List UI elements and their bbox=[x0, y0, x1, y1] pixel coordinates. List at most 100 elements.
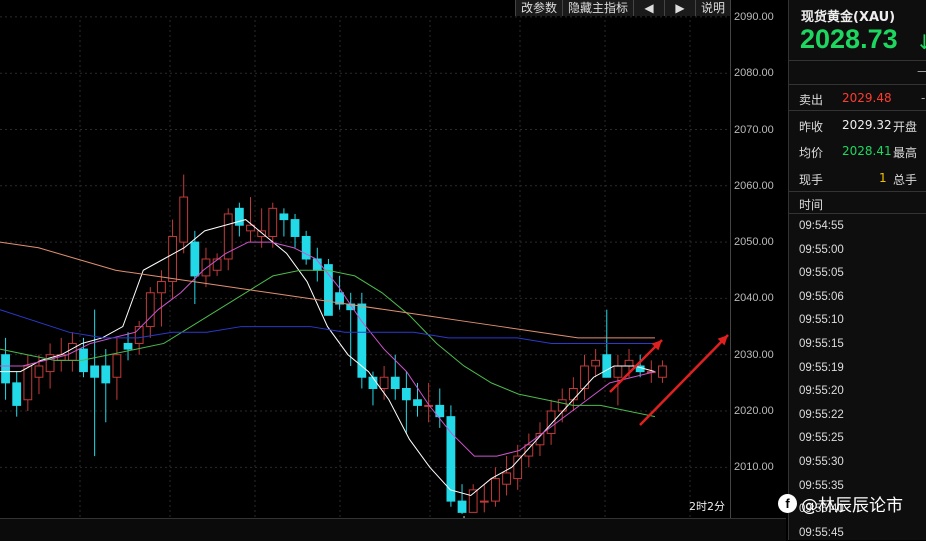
candle-body bbox=[279, 213, 289, 221]
candle-body bbox=[123, 342, 133, 350]
current-price: 2028.73 bbox=[800, 24, 898, 54]
candle-body bbox=[179, 196, 189, 243]
time-row: 09:55:35 bbox=[799, 479, 844, 492]
time-row: 09:55:15 bbox=[799, 338, 844, 350]
down-arrow-icon: ↓ bbox=[916, 30, 926, 54]
candle-body bbox=[145, 292, 155, 328]
help-button[interactable]: 说明 bbox=[694, 0, 730, 16]
candle-body bbox=[390, 376, 400, 390]
candle-body bbox=[168, 235, 177, 283]
candle-body bbox=[268, 207, 278, 237]
candle-body bbox=[658, 365, 667, 378]
time-row: 09:55:19 bbox=[799, 361, 844, 374]
time-row: 09:55:05 bbox=[799, 267, 844, 280]
candle-body bbox=[190, 241, 200, 277]
volume-label: 现手 bbox=[799, 173, 824, 187]
y-tick-label: 2030.00 bbox=[734, 348, 774, 361]
moving-average-line bbox=[0, 219, 656, 497]
open-label: 开盘 bbox=[893, 120, 918, 134]
facebook-icon: f bbox=[778, 494, 797, 513]
left-arrow-icon[interactable]: ◀ bbox=[632, 0, 664, 16]
candle-body bbox=[624, 359, 634, 367]
change-dash: — bbox=[917, 64, 926, 78]
prev-close-value: 2029.32 bbox=[842, 118, 892, 132]
candle-body bbox=[101, 365, 111, 384]
candle-body bbox=[324, 264, 333, 316]
candle-body bbox=[580, 365, 589, 390]
divider bbox=[789, 84, 926, 85]
time-header: 时间 bbox=[799, 198, 824, 212]
y-tick-label: 2050.00 bbox=[734, 236, 774, 249]
time-row: 09:55:25 bbox=[799, 432, 844, 445]
candle-body bbox=[90, 365, 100, 378]
bottom-strip bbox=[0, 518, 786, 541]
sell-right: - bbox=[921, 91, 926, 105]
time-row: 09:55:20 bbox=[799, 385, 844, 398]
candle-body bbox=[502, 472, 511, 485]
avg-row: 均价 2028.41 最高 bbox=[799, 144, 926, 160]
candle-body bbox=[491, 478, 500, 502]
y-tick-label: 2040.00 bbox=[734, 292, 774, 305]
prev-close-label: 昨收 bbox=[799, 120, 824, 134]
candle-body bbox=[1, 354, 10, 384]
candle-body bbox=[568, 388, 578, 401]
candle-body bbox=[290, 219, 300, 237]
avg-label: 均价 bbox=[799, 146, 824, 160]
modify-params-button[interactable]: 改参数 bbox=[514, 0, 562, 16]
total-label: 总手 bbox=[893, 173, 918, 187]
y-tick-label: 2080.00 bbox=[734, 67, 774, 80]
candle-body bbox=[234, 207, 244, 226]
sell-row: 卖出 2029.48 - bbox=[799, 91, 926, 107]
divider bbox=[789, 213, 926, 214]
avg-value: 2028.41 bbox=[842, 144, 892, 158]
candle-body bbox=[457, 500, 467, 513]
y-tick-label: 2090.00 bbox=[734, 10, 774, 23]
time-row: 09:54:55 bbox=[799, 220, 844, 232]
candle-body bbox=[401, 388, 411, 401]
time-row: 09:55:00 bbox=[799, 243, 844, 256]
candle-body bbox=[34, 365, 44, 378]
watermark: f @林辰辰论市 bbox=[778, 491, 903, 516]
quote-panel: 现货黄金(XAU) 2028.73 ↓ — 卖出 2029.48 - 昨收 20… bbox=[788, 0, 926, 540]
chart-canvas: 2001.72 bbox=[0, 16, 730, 518]
candle-body bbox=[212, 258, 222, 271]
sell-value: 2029.48 bbox=[842, 91, 892, 105]
candle-body bbox=[613, 365, 623, 378]
y-tick-label: 2020.00 bbox=[734, 405, 774, 418]
candle-body bbox=[546, 410, 556, 435]
divider bbox=[789, 191, 926, 192]
sell-label: 卖出 bbox=[799, 93, 824, 107]
candle-body bbox=[413, 399, 422, 406]
chart-toolbar: 改参数 隐藏主指标 ◀ ▶ 说明 bbox=[514, 0, 730, 16]
right-arrow-icon[interactable]: ▶ bbox=[663, 0, 695, 16]
candle-body bbox=[201, 258, 211, 277]
y-tick-label: 2010.00 bbox=[734, 461, 774, 474]
candle-body bbox=[591, 359, 601, 367]
price-axis: 2090.00 2080.00 2070.00 2060.00 2050.00 2040.… bbox=[730, 0, 787, 518]
time-row: 09:55:10 bbox=[799, 314, 844, 327]
candle-body bbox=[524, 444, 534, 457]
candle-body bbox=[157, 281, 166, 294]
candle-body bbox=[368, 376, 378, 390]
y-tick-label: 2060.00 bbox=[734, 179, 774, 192]
time-row: 09:55:30 bbox=[799, 456, 844, 468]
candle-body bbox=[479, 500, 489, 503]
volume-value: 1 bbox=[879, 171, 887, 185]
time-row: 09:55:22 bbox=[799, 408, 844, 421]
duration-label: 2时2分 bbox=[689, 500, 725, 513]
time-row: 09:55:45 bbox=[799, 526, 844, 539]
candle-body bbox=[602, 354, 612, 378]
candle-body bbox=[424, 404, 434, 407]
candle-body bbox=[112, 354, 122, 378]
candle-body bbox=[12, 382, 22, 406]
divider bbox=[789, 110, 926, 111]
divider bbox=[789, 60, 926, 61]
candle-body bbox=[379, 376, 389, 390]
volume-row: 现手 1 总手 bbox=[799, 171, 926, 187]
prev-close-row: 昨收 2029.32 开盘 bbox=[799, 118, 926, 134]
instrument-title: 现货黄金(XAU) bbox=[801, 10, 896, 25]
time-row: 09:55:06 bbox=[799, 290, 844, 303]
hide-main-indicator-button[interactable]: 隐藏主指标 bbox=[561, 0, 633, 16]
candle-body bbox=[513, 455, 523, 480]
candlestick-chart[interactable]: 2001.72 bbox=[0, 0, 730, 518]
